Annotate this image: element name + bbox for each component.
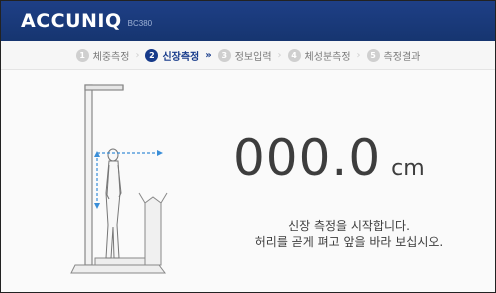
step-height: 2 신장측정 [145, 48, 199, 63]
step-results: 5 측정결과 [366, 48, 421, 63]
brand-logo: ACCUNIQ [21, 10, 122, 32]
step-weight: 1 체중측정 [75, 48, 130, 63]
height-reading: 000.0 cm [233, 129, 425, 187]
model-label: BC380 [127, 18, 153, 28]
step-body-composition: 4 체성분측정 [287, 48, 351, 63]
step-progress: 1 체중측정 › 2 신장측정 » 3 정보입력 › 4 체성분측정 › 5 측… [1, 41, 495, 70]
step-label: 체성분측정 [304, 51, 351, 63]
instruction-message: 신장 측정을 시작합니다. 허리를 곧게 펴고 앞을 바라 보십시오. [239, 218, 459, 250]
step-label: 측정결과 [383, 51, 421, 63]
step-label: 신장측정 [162, 51, 200, 63]
step-label: 정보입력 [234, 51, 272, 63]
step-number-icon: 1 [75, 48, 89, 62]
step-number-icon: 4 [287, 48, 301, 62]
step-number-icon: 5 [366, 48, 380, 62]
person-silhouette-icon [105, 148, 122, 259]
step-info: 3 정보입력 [217, 48, 272, 63]
step-label: 체중측정 [92, 51, 130, 63]
height-measurement-illustration [70, 84, 168, 274]
instruction-line-1: 신장 측정을 시작합니다. [288, 219, 410, 233]
chevron-separator-icon: › [277, 49, 282, 61]
header-bar: ACCUNIQ BC380 [1, 1, 495, 41]
step-number-icon: 2 [145, 48, 159, 62]
chevron-separator-icon: › [356, 49, 361, 61]
chevron-separator-icon: › [135, 49, 140, 61]
height-unit: cm [391, 156, 425, 181]
step-number-icon: 3 [217, 48, 231, 62]
instruction-line-2: 허리를 곧게 펴고 앞을 바라 보십시오. [254, 235, 444, 249]
height-value: 000.0 [233, 129, 382, 187]
double-chevron-separator-icon: » [205, 49, 212, 61]
handle-column-icon [138, 192, 168, 266]
app-window: ACCUNIQ BC380 1 체중측정 › 2 신장측정 » 3 정보입력 ›… [0, 0, 496, 293]
